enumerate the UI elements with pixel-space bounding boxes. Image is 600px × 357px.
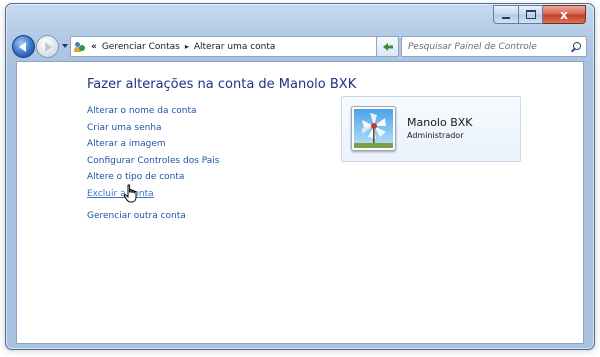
address-bar[interactable]: « Gerenciar Contas ▸ Alterar uma conta bbox=[70, 36, 397, 57]
task-links: Alterar o nome da conta Criar uma senha … bbox=[87, 103, 219, 225]
minimize-button[interactable] bbox=[493, 5, 519, 24]
delete-account-link[interactable]: Excluir a conta bbox=[87, 186, 219, 203]
close-icon: x bbox=[560, 7, 568, 22]
back-arrow-icon bbox=[19, 41, 26, 52]
maximize-icon bbox=[525, 10, 536, 19]
search-input[interactable]: Pesquisar Painel de Controle bbox=[408, 42, 571, 52]
refresh-icon bbox=[382, 42, 393, 51]
page-title: Fazer alterações na conta de Manolo BXK bbox=[87, 77, 357, 92]
hand-cursor-icon bbox=[123, 184, 139, 208]
navigation-bar: « Gerenciar Contas ▸ Alterar uma conta P… bbox=[6, 31, 594, 61]
minimize-icon bbox=[502, 16, 510, 19]
forward-button[interactable] bbox=[36, 35, 59, 58]
window-caption-buttons: x bbox=[493, 5, 586, 24]
recent-pages-dropdown-icon[interactable] bbox=[62, 44, 68, 48]
forward-arrow-icon bbox=[45, 41, 52, 52]
breadcrumb-gerenciar-contas[interactable]: Gerenciar Contas bbox=[102, 42, 180, 52]
flower-pinwheel-icon bbox=[351, 106, 396, 151]
parental-controls-link[interactable]: Configurar Controles dos Pais bbox=[87, 153, 219, 170]
breadcrumb-overflow[interactable]: « bbox=[91, 42, 97, 52]
search-icon[interactable] bbox=[571, 41, 581, 52]
close-button[interactable]: x bbox=[543, 5, 586, 24]
back-button[interactable] bbox=[12, 35, 35, 58]
account-card: Manolo BXK Administrador bbox=[341, 96, 521, 162]
maximize-button[interactable] bbox=[519, 5, 543, 24]
control-panel-window: x « Gerenciar Contas ▸ Alterar uma conta… bbox=[5, 3, 595, 350]
user-accounts-icon bbox=[74, 40, 88, 53]
breadcrumb-separator-icon[interactable]: ▸ bbox=[185, 42, 189, 51]
manage-another-account-link[interactable]: Gerenciar outra conta bbox=[87, 208, 219, 225]
create-password-link[interactable]: Criar uma senha bbox=[87, 120, 219, 137]
change-picture-link[interactable]: Alterar a imagem bbox=[87, 136, 219, 153]
content-pane: Fazer alterações na conta de Manolo BXK … bbox=[16, 61, 584, 344]
account-type: Administrador bbox=[407, 131, 464, 140]
change-name-link[interactable]: Alterar o nome da conta bbox=[87, 103, 219, 120]
search-box[interactable]: Pesquisar Painel de Controle bbox=[401, 36, 587, 57]
account-name: Manolo BXK bbox=[407, 116, 473, 129]
breadcrumb-alterar-uma-conta[interactable]: Alterar uma conta bbox=[194, 42, 276, 52]
refresh-button[interactable] bbox=[376, 36, 399, 57]
change-account-type-link[interactable]: Altere o tipo de conta bbox=[87, 169, 219, 186]
